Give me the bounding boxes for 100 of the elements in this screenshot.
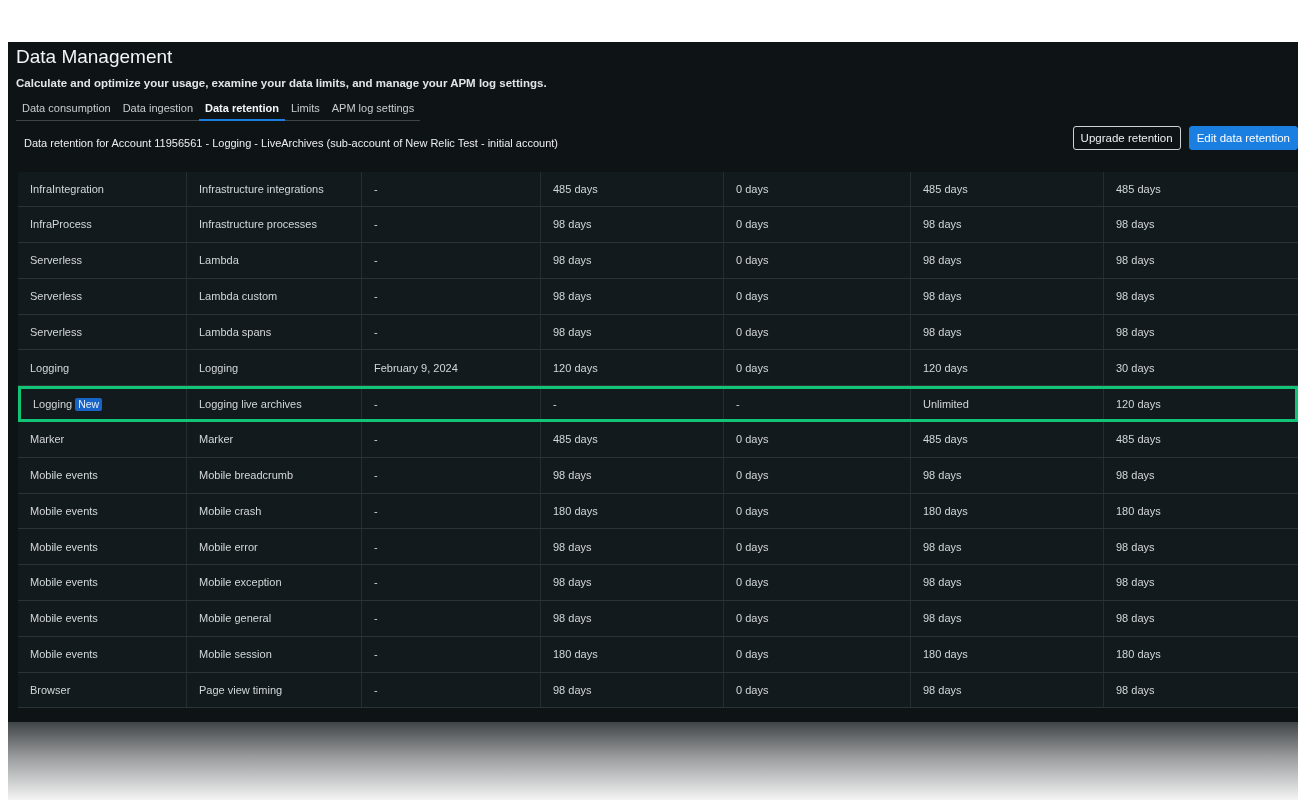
table-cell: Infrastructure integrations	[186, 171, 361, 207]
table-cell: Lambda spans	[186, 314, 361, 350]
table-cell: -	[361, 493, 540, 529]
table-cell: 0 days	[723, 457, 910, 493]
table-cell-text: Browser	[29, 682, 72, 698]
table-cell: 98 days	[540, 207, 723, 243]
table-cell: 98 days	[1103, 457, 1298, 493]
table-cell: 98 days	[1103, 243, 1298, 278]
category-label: Logging	[33, 396, 73, 412]
table-cell: -	[361, 672, 540, 708]
table-cell: 180 days	[1103, 636, 1298, 672]
table-cell: 98 days	[910, 278, 1103, 314]
table-cell: Mobile error	[186, 529, 361, 565]
table-cell: 98 days	[1103, 314, 1298, 350]
table-cell: Logging live archives	[186, 389, 361, 420]
table-cell: 0 days	[723, 601, 910, 636]
table-cell: -	[361, 171, 540, 207]
table-cell: 98 days	[910, 314, 1103, 350]
table-cell: 98 days	[1103, 529, 1298, 565]
table-cell: 180 days	[910, 636, 1103, 672]
table-cell: 120 days	[1103, 389, 1298, 420]
table-cell: 0 days	[723, 314, 910, 350]
table-cell: 98 days	[1103, 565, 1298, 601]
table-cell: -	[361, 314, 540, 350]
table-cell: 98 days	[540, 672, 723, 708]
table-cell: Marker	[186, 422, 361, 457]
table-cell: 98 days	[540, 457, 723, 493]
table-cell: -	[361, 565, 540, 601]
table-cell: 485 days	[1103, 422, 1298, 457]
table-cell: 485 days	[910, 422, 1103, 457]
edit-button[interactable]: Edit data retention	[1188, 126, 1298, 151]
table-cell-text: Serverless	[29, 324, 83, 340]
table-cell: Mobile crash	[186, 493, 361, 529]
table-cell: -	[361, 207, 540, 243]
table-cell: 98 days	[540, 565, 723, 601]
table-cell: -	[361, 243, 540, 278]
table-cell: 98 days	[1103, 207, 1298, 243]
table-cell: 98 days	[1103, 278, 1298, 314]
table-cell-text: Mobile events	[29, 575, 99, 591]
table-cell: 98 days	[540, 278, 723, 314]
table-cell: Lambda	[186, 243, 361, 278]
table-cell: 0 days	[723, 493, 910, 529]
table-cell: 98 days	[910, 457, 1103, 493]
table-cell-text: Serverless	[29, 289, 83, 305]
table-cell: 30 days	[1103, 350, 1298, 386]
table-cell-text: InfraProcess	[29, 217, 93, 233]
table-cell: 98 days	[540, 314, 723, 350]
table-cell: Mobile breadcrumb	[186, 457, 361, 493]
tab[interactable]: Data retention	[199, 98, 285, 121]
table-cell: 120 days	[910, 350, 1103, 386]
table-cell: 180 days	[910, 493, 1103, 529]
table-cell: 0 days	[723, 350, 910, 386]
table-cell: 98 days	[1103, 601, 1298, 636]
table-cell: 98 days	[910, 601, 1103, 636]
table-cell: Mobile session	[186, 636, 361, 672]
tab[interactable]: APM log settings	[325, 98, 421, 121]
new-badge: New	[75, 397, 103, 411]
page-title: Data Management	[16, 46, 174, 68]
table-cell: 98 days	[910, 207, 1103, 243]
upgrade-button[interactable]: Upgrade retention	[1072, 126, 1181, 151]
table-cell: Lambda custom	[186, 278, 361, 314]
table-cell: -	[361, 529, 540, 565]
table-cell: 0 days	[723, 565, 910, 601]
table-cell-text: Mobile events	[29, 503, 99, 519]
table-cell: 98 days	[910, 529, 1103, 565]
table-cell: Page view timing	[186, 672, 361, 708]
table-cell: 485 days	[1103, 171, 1298, 207]
table-cell: 0 days	[723, 529, 910, 565]
table-cell: -	[361, 601, 540, 636]
table-cell: -	[361, 636, 540, 672]
table-cell: 0 days	[723, 636, 910, 672]
table-cell: 0 days	[723, 672, 910, 708]
table-cell: 98 days	[910, 672, 1103, 708]
table-cell: -	[361, 422, 540, 457]
table-cell-text: Mobile events	[29, 611, 99, 627]
table-cell: 485 days	[910, 171, 1103, 207]
table-cell: February 9, 2024	[361, 350, 540, 386]
table-cell: 98 days	[540, 243, 723, 278]
table-cell-text: Logging	[29, 360, 71, 376]
table-cell: Unlimited	[910, 389, 1103, 420]
table-cell: 180 days	[540, 636, 723, 672]
table-cell-text: Mobile events	[29, 468, 99, 483]
table-cell: 98 days	[1103, 672, 1298, 708]
tab[interactable]: Data consumption	[16, 98, 117, 121]
table-cell: 120 days	[540, 350, 723, 386]
table-cell: -	[540, 389, 723, 420]
page-subtitle: Calculate and optimize your usage, examine your data limits, and manage your APM log settings.	[16, 76, 548, 90]
tab[interactable]: Data ingestion	[116, 98, 199, 121]
table-cell: -	[361, 278, 540, 314]
table-cell-text: InfraIntegration	[29, 181, 105, 197]
table-cell-text: Mobile events	[29, 539, 99, 555]
table-cell-text: Serverless	[29, 253, 83, 269]
table-cell: -	[361, 389, 540, 420]
table-cell: -	[723, 389, 910, 420]
table-cell: 180 days	[540, 493, 723, 529]
table-cell: Infrastructure processes	[186, 207, 361, 243]
account-heading: Data retention for Account 11956561 - Logging - LiveArchives (sub-account of New Relic Test - initial account)	[23, 136, 558, 151]
tab[interactable]: Limits	[284, 98, 326, 121]
table-cell: 0 days	[723, 207, 910, 243]
table-cell-text: Marker	[29, 432, 66, 448]
